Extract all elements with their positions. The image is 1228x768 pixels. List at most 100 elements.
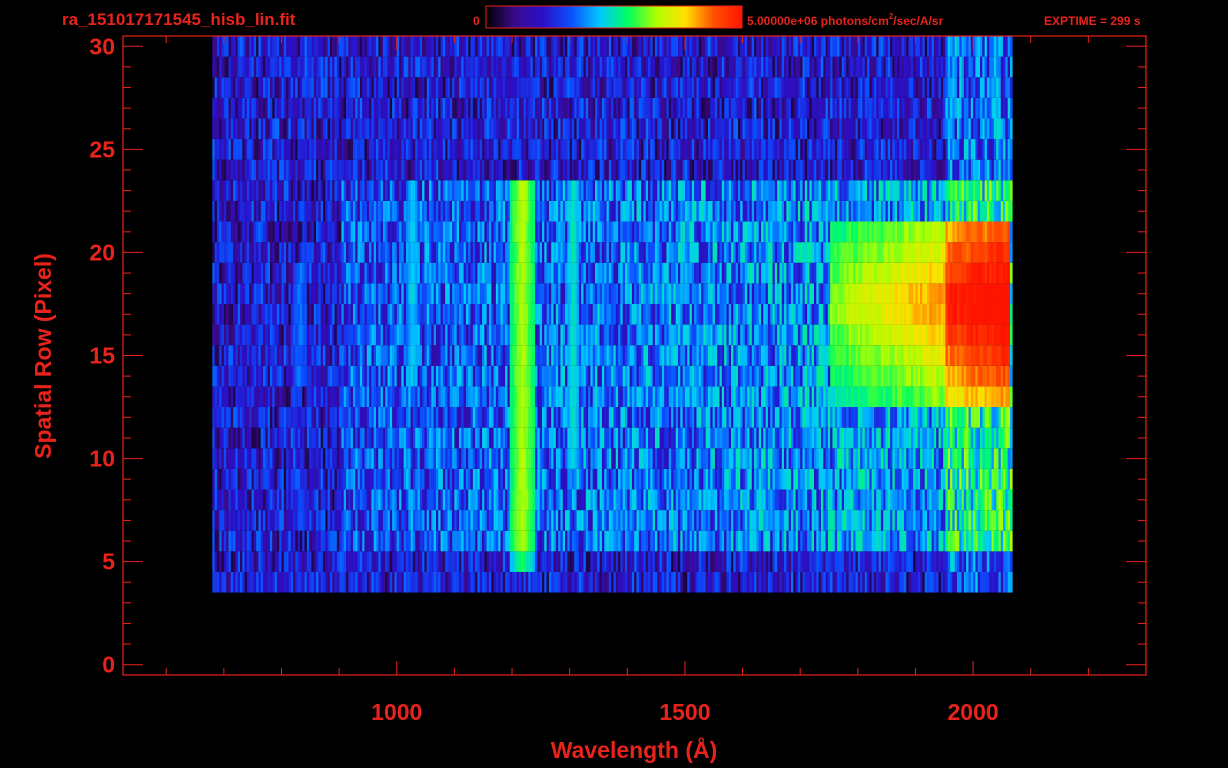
heatmap-cell — [797, 489, 801, 511]
heatmap-cell — [675, 530, 679, 552]
heatmap-cell — [364, 510, 368, 531]
heatmap-cell — [500, 489, 504, 511]
heatmap-cell — [426, 407, 430, 428]
heatmap-cell — [701, 386, 704, 408]
heatmap-cell — [588, 407, 591, 428]
heatmap-cell — [853, 324, 856, 346]
heatmap-cell — [825, 489, 829, 511]
heatmap-cell — [498, 324, 501, 346]
heatmap-cell — [424, 345, 428, 366]
heatmap-cell — [454, 324, 457, 346]
heatmap-cell — [786, 468, 789, 490]
heatmap-cell — [440, 386, 444, 408]
heatmap-cell — [528, 324, 531, 346]
heatmap-cell — [585, 551, 589, 572]
heatmap-cell — [671, 345, 674, 366]
heatmap-cell — [950, 530, 953, 552]
heatmap-cell — [482, 324, 485, 346]
heatmap-cell — [405, 510, 409, 531]
heatmap-cell — [1003, 571, 1006, 593]
heatmap-cell — [786, 407, 789, 428]
heatmap-cell — [322, 427, 326, 449]
heatmap-cell — [433, 571, 437, 593]
heatmap-cell — [885, 365, 889, 387]
heatmap-cell — [433, 365, 437, 387]
heatmap-cell — [334, 283, 338, 304]
heatmap-cell — [860, 345, 863, 366]
heatmap-cell — [841, 551, 845, 572]
heatmap-cell — [784, 386, 787, 408]
heatmap-cell — [1009, 427, 1013, 449]
heatmap-cell — [712, 365, 716, 387]
heatmap-cell — [809, 427, 813, 449]
heatmap-cell — [530, 427, 534, 449]
heatmap-cell — [770, 365, 773, 387]
heatmap-cell — [807, 571, 810, 593]
heatmap-cell — [689, 530, 693, 552]
heatmap-cell — [807, 551, 810, 572]
heatmap-cell — [290, 386, 294, 408]
heatmap-cell — [281, 530, 285, 552]
heatmap-cell — [267, 407, 271, 428]
heatmap-cell — [737, 468, 741, 490]
heatmap-cell — [484, 468, 487, 490]
heatmap-cell — [260, 530, 264, 552]
heatmap-cell — [675, 551, 679, 572]
heatmap-cell — [1007, 510, 1011, 531]
heatmap-cell — [763, 551, 766, 572]
heatmap-cell — [634, 468, 637, 490]
heatmap-cell — [237, 386, 241, 408]
heatmap-cell — [832, 386, 836, 408]
heatmap-cell — [641, 551, 644, 572]
heatmap-cell — [373, 510, 377, 531]
heatmap-cell — [555, 303, 559, 325]
heatmap-cell — [943, 489, 946, 511]
heatmap-cell — [246, 510, 250, 531]
heatmap-cell — [544, 551, 547, 572]
heatmap-cell — [505, 365, 508, 387]
heatmap-cell — [216, 345, 220, 366]
heatmap-cell — [963, 510, 967, 531]
heatmap-cell — [269, 407, 273, 428]
heatmap-cell — [574, 407, 577, 428]
heatmap-cell — [982, 427, 985, 449]
heatmap-cell — [502, 530, 506, 552]
heatmap-cell — [682, 365, 686, 387]
heatmap-cell — [394, 283, 398, 304]
heatmap-cell — [221, 468, 225, 490]
heatmap-cell — [502, 551, 506, 572]
heatmap-cell — [237, 551, 241, 572]
heatmap-cell — [873, 510, 877, 531]
heatmap-cell — [984, 571, 988, 593]
heatmap-cell — [984, 530, 988, 552]
heatmap-cell — [615, 407, 619, 428]
heatmap-cell — [357, 386, 361, 408]
heatmap-cell — [867, 324, 870, 346]
heatmap-cell — [322, 571, 326, 593]
heatmap-cell — [922, 386, 925, 408]
heatmap-cell — [673, 489, 677, 511]
heatmap-cell — [502, 345, 506, 366]
heatmap-cell — [468, 571, 471, 593]
heatmap-cell — [595, 345, 598, 366]
heatmap-cell — [399, 510, 402, 531]
heatmap-cell — [249, 448, 252, 469]
heatmap-cell — [906, 303, 909, 325]
heatmap-cell — [984, 427, 988, 449]
heatmap-cell — [682, 407, 686, 428]
heatmap-cell — [369, 551, 372, 572]
heatmap-cell — [221, 530, 225, 552]
heatmap-cell — [258, 489, 262, 511]
heatmap-cell — [574, 510, 577, 531]
heatmap-cell — [585, 510, 589, 531]
heatmap-cell — [717, 489, 720, 511]
heatmap-cell — [452, 386, 455, 408]
heatmap-cell — [982, 324, 985, 346]
heatmap-cell — [405, 551, 409, 572]
heatmap-cell — [376, 510, 379, 531]
heatmap-cell — [281, 489, 285, 511]
heatmap-cell — [779, 468, 783, 490]
heatmap-cell — [747, 468, 750, 490]
heatmap-cell — [917, 468, 921, 490]
heatmap-cell — [505, 386, 508, 408]
